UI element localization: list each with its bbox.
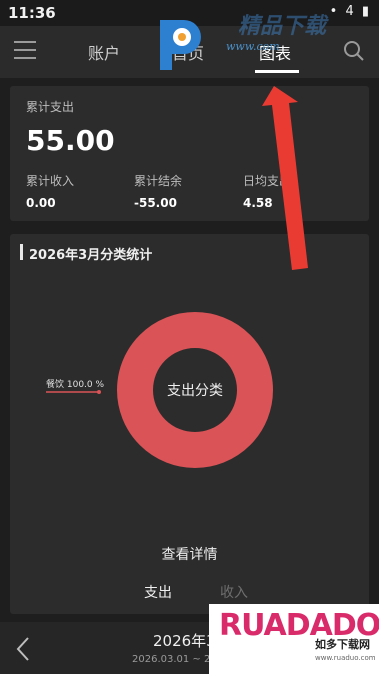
ad-subtitle: 如多下载网	[315, 638, 370, 651]
tab-accounts[interactable]: 账户	[88, 40, 120, 64]
status-icons: • 4 ▮	[329, 4, 371, 19]
balance-value: -55.00	[134, 196, 177, 210]
watermark-url: www.com	[226, 40, 280, 53]
income-label: 累计收入	[26, 174, 75, 188]
status-time: 11:36	[8, 4, 56, 22]
previous-month-icon[interactable]	[14, 636, 32, 662]
view-details-link[interactable]: 查看详情	[10, 544, 369, 564]
date-range: 2026.03.01 ~ 20	[132, 654, 217, 665]
daily-avg-label: 日均支出	[243, 174, 292, 188]
total-expense-value: 55.00	[26, 124, 115, 157]
toggle-expense[interactable]: 支出	[144, 582, 172, 602]
menu-icon[interactable]	[14, 41, 36, 61]
total-expense-label: 累计支出	[26, 100, 75, 114]
current-month: 2026年3	[153, 632, 216, 650]
summary-card: 累计支出 55.00 累计收入 0.00 累计结余 -55.00 日均支出 4.…	[10, 86, 369, 221]
donut-chart[interactable]: 支出分类 餐饮 100.0 %	[10, 234, 369, 534]
active-tab-indicator	[255, 70, 299, 73]
daily-avg-value: 4.58	[243, 196, 273, 210]
donut-center-label: 支出分类	[167, 383, 223, 399]
ad-watermark-logo: RUADADO 如多下载网 www.ruaduo.com	[209, 604, 379, 674]
watermark-logo-icon	[160, 20, 201, 70]
slice-label: 餐饮 100.0 %	[46, 378, 104, 390]
search-icon[interactable]	[343, 40, 365, 62]
watermark-brand: 精品下载	[238, 14, 327, 39]
category-chart-card: 2026年3月分类统计 支出分类 餐饮 100.0 % 查看详情 支出 收入	[10, 234, 369, 614]
balance-label: 累计结余	[134, 174, 183, 188]
income-value: 0.00	[26, 196, 56, 210]
ad-url: www.ruaduo.com	[315, 654, 376, 662]
toggle-income[interactable]: 收入	[220, 582, 248, 602]
slice-leader-dot	[97, 390, 101, 394]
